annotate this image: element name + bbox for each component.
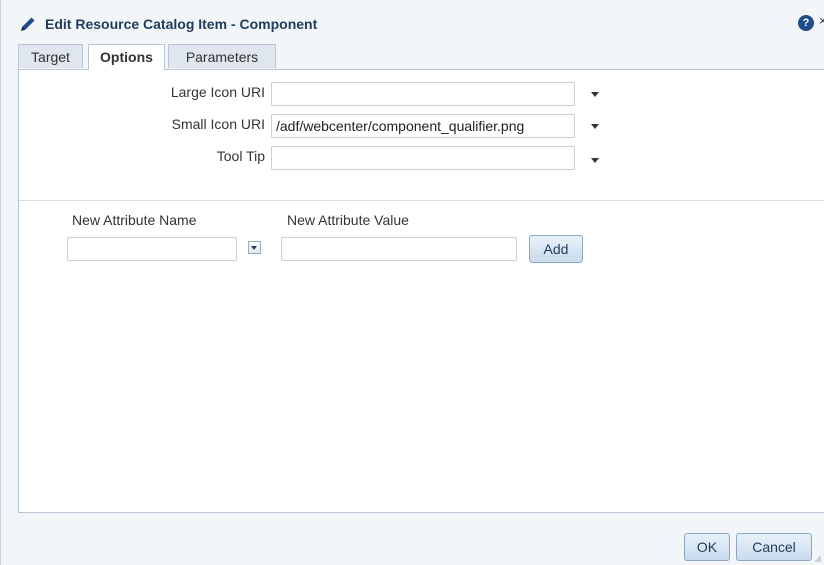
large-icon-uri-label: Large Icon URI — [170, 84, 265, 100]
pencil-icon — [21, 17, 35, 31]
new-attribute-value-input[interactable] — [281, 237, 517, 261]
cancel-button[interactable]: Cancel — [736, 533, 812, 561]
small-icon-uri-label: Small Icon URI — [171, 116, 265, 132]
tool-tip-input[interactable] — [271, 146, 575, 170]
attribute-name-dropdown-button[interactable] — [248, 241, 261, 254]
resize-grip-icon[interactable] — [815, 556, 821, 562]
ok-button[interactable]: OK — [684, 533, 730, 561]
chevron-down-icon — [251, 246, 257, 250]
tab-parameters[interactable]: Parameters — [168, 44, 276, 68]
chevron-down-icon[interactable] — [591, 92, 599, 97]
chevron-down-icon[interactable] — [591, 124, 599, 129]
tab-target[interactable]: Target — [18, 44, 83, 68]
add-attribute-button[interactable]: Add — [529, 235, 583, 263]
large-icon-uri-input[interactable] — [271, 82, 575, 106]
new-attribute-name-input[interactable] — [67, 237, 237, 261]
chevron-down-icon[interactable] — [591, 158, 599, 163]
help-icon[interactable]: ? — [798, 15, 814, 31]
close-icon[interactable]: × — [819, 13, 824, 28]
edit-resource-dialog: Edit Resource Catalog Item - Component ?… — [0, 0, 824, 565]
new-attribute-name-label: New Attribute Name — [72, 212, 197, 228]
options-panel: Large Icon URI Small Icon URI /adf/webce… — [18, 69, 824, 513]
new-attribute-value-label: New Attribute Value — [287, 212, 409, 228]
dialog-title-bar: Edit Resource Catalog Item - Component ?… — [1, 0, 824, 44]
section-divider — [19, 200, 824, 201]
tab-options[interactable]: Options — [88, 44, 165, 70]
tool-tip-label: Tool Tip — [216, 148, 265, 164]
dialog-title: Edit Resource Catalog Item - Component — [45, 16, 318, 32]
small-icon-uri-input[interactable]: /adf/webcenter/component_qualifier.png — [271, 114, 575, 138]
